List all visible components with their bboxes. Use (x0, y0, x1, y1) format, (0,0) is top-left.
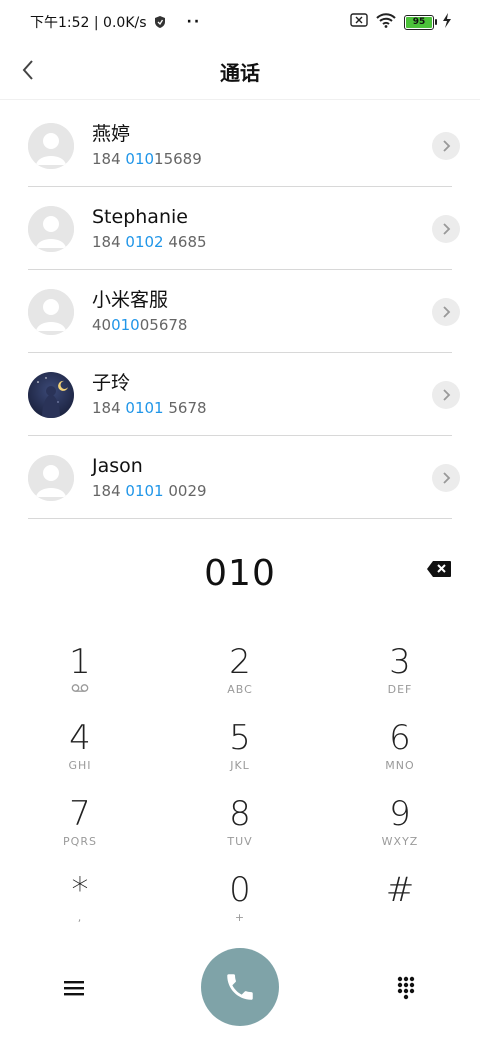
key-letters: , (77, 911, 83, 924)
key-hash[interactable]: # (320, 863, 480, 939)
contact-text: Jason 184 0101 0029 (92, 454, 207, 501)
key-letters: DEF (387, 683, 413, 696)
contact-name: Jason (92, 455, 143, 477)
status-time-speed: 下午1:52 | 0.0K/s (30, 15, 147, 31)
contact-row[interactable]: Jason 184 0101 0029 (0, 436, 480, 519)
contact-name: 子玲 (92, 372, 131, 394)
status-right: 95 (350, 12, 452, 32)
key-digit: 6 (389, 718, 411, 758)
key-digit: 8 (229, 794, 251, 834)
contact-number: 184 0102 4685 (92, 233, 207, 251)
key-digit: 4 (69, 718, 91, 758)
contact-detail-button[interactable] (432, 464, 460, 492)
key-8[interactable]: 8 TUV (160, 787, 320, 863)
contact-name: 小米客服 (92, 289, 169, 311)
contact-detail-button[interactable] (432, 298, 460, 326)
chevron-right-icon (443, 223, 451, 235)
contact-row[interactable]: 子玲 184 0101 5678 (0, 353, 480, 436)
phone-icon (227, 974, 253, 1000)
dial-display: 010 (0, 545, 480, 601)
status-bar: 下午1:52 | 0.0K/s ·· 95 (0, 0, 480, 44)
charging-icon (442, 12, 452, 32)
key-digit: # (385, 870, 415, 910)
key-7[interactable]: 7 PQRS (0, 787, 160, 863)
chevron-right-icon (443, 389, 451, 401)
menu-icon (64, 981, 84, 996)
contact-list: 燕婷 184 01015689 Stephanie 184 0102 4685 … (0, 104, 480, 519)
back-button[interactable] (8, 52, 48, 92)
default-avatar-icon (28, 288, 74, 335)
key-digit: * (71, 870, 89, 910)
contact-number: 4001005678 (92, 316, 188, 334)
chevron-right-icon (443, 472, 451, 484)
contact-name: 燕婷 (92, 123, 131, 145)
chevron-right-icon (443, 140, 451, 152)
menu-button[interactable] (58, 972, 90, 1004)
back-chevron-icon (21, 59, 35, 85)
key-9[interactable]: 9 WXYZ (320, 787, 480, 863)
key-1[interactable]: 1 (0, 635, 160, 711)
dialpad-toggle-button[interactable] (390, 972, 422, 1004)
key-letters: PQRS (63, 835, 97, 848)
key-letters: ABC (227, 683, 253, 696)
key-2[interactable]: 2 ABC (160, 635, 320, 711)
key-digit: 3 (389, 642, 411, 682)
battery-level: 95 (406, 16, 432, 28)
contact-row[interactable]: Stephanie 184 0102 4685 (0, 187, 480, 270)
photo-avatar-icon (28, 371, 74, 418)
key-digit: 1 (69, 642, 91, 682)
key-6[interactable]: 6 MNO (320, 711, 480, 787)
call-button[interactable] (201, 948, 279, 1026)
contact-number: 184 0101 0029 (92, 482, 207, 500)
chevron-right-icon (443, 306, 451, 318)
key-digit: 2 (229, 642, 251, 682)
key-digit: 0 (229, 870, 251, 910)
contact-text: 小米客服 4001005678 (92, 288, 187, 335)
default-avatar-icon (28, 122, 74, 169)
key-letters: GHI (68, 759, 92, 772)
default-avatar-icon (28, 205, 74, 252)
more-dots: ·· (186, 14, 202, 30)
battery-icon: 95 (404, 14, 437, 30)
key-3[interactable]: 3 DEF (320, 635, 480, 711)
sim-off-icon (350, 13, 368, 31)
key-letters: WXYZ (381, 835, 419, 848)
keypad: 1 2 ABC 3 DEF 4 GHI 5 JKL 6 MNO 7 PQRS 8… (0, 635, 480, 939)
backspace-button[interactable] (424, 557, 454, 581)
contact-row[interactable]: 小米客服 4001005678 (0, 270, 480, 353)
key-letters: JKL (230, 759, 250, 772)
key-letters: MNO (385, 759, 415, 772)
key-4[interactable]: 4 GHI (0, 711, 160, 787)
voicemail-icon (71, 683, 89, 697)
shield-icon (153, 15, 167, 29)
contact-detail-button[interactable] (432, 381, 460, 409)
contact-number: 184 0101 5678 (92, 399, 207, 417)
dialed-number: 010 (204, 552, 276, 594)
dialpad-icon (397, 976, 415, 1000)
key-digit: 9 (389, 794, 411, 834)
key-star[interactable]: * , (0, 863, 160, 939)
contact-detail-button[interactable] (432, 215, 460, 243)
page-title: 通话 (220, 61, 260, 85)
contact-text: Stephanie 184 0102 4685 (92, 205, 207, 252)
contact-number: 184 01015689 (92, 150, 202, 168)
contact-name: Stephanie (92, 206, 188, 228)
contact-detail-button[interactable] (432, 132, 460, 160)
contact-text: 子玲 184 0101 5678 (92, 371, 207, 418)
key-letters: TUV (227, 835, 253, 848)
bottom-bar (0, 948, 480, 1028)
header: 通话 (0, 44, 480, 100)
default-avatar-icon (28, 454, 74, 501)
key-digit: 5 (229, 718, 251, 758)
contact-text: 燕婷 184 01015689 (92, 122, 202, 169)
wifi-icon (376, 12, 396, 32)
key-digit: 7 (69, 794, 91, 834)
key-0[interactable]: 0 + (160, 863, 320, 939)
key-letters: + (234, 911, 246, 924)
backspace-icon (427, 561, 451, 577)
status-left: 下午1:52 | 0.0K/s ·· (30, 12, 201, 32)
key-5[interactable]: 5 JKL (160, 711, 320, 787)
contact-row[interactable]: 燕婷 184 01015689 (0, 104, 480, 187)
